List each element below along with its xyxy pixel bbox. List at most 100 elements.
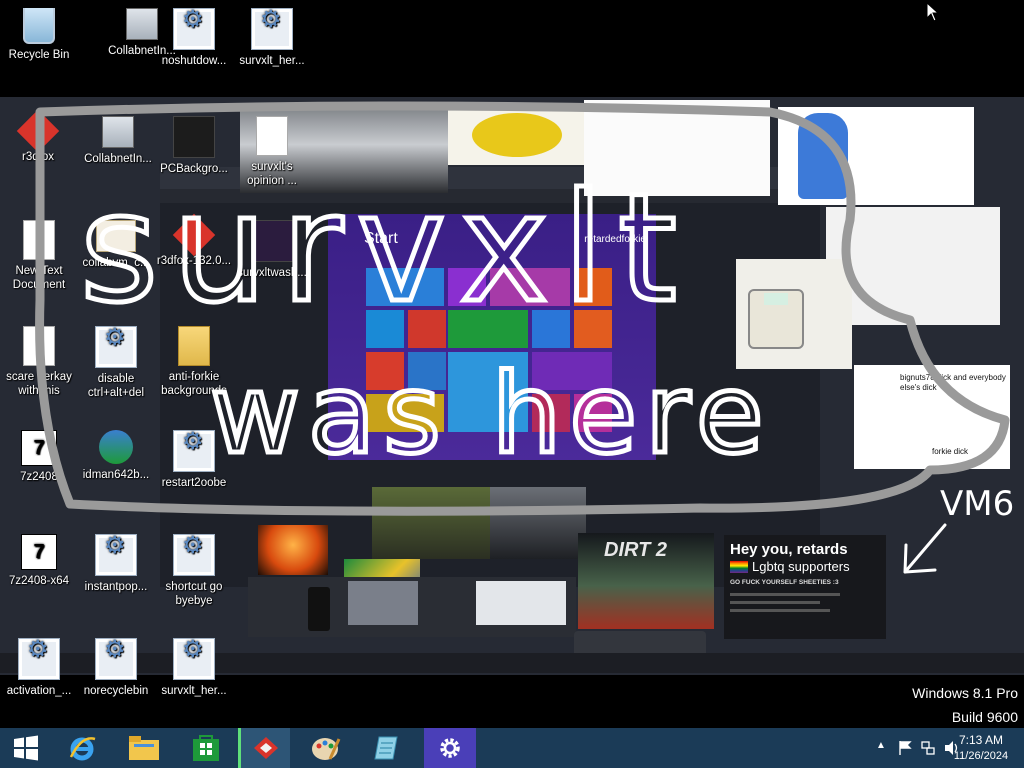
desktop-icon-survxltwash[interactable]: survxltwash... [234,220,310,280]
tray-overflow-icon[interactable]: ▲ [876,740,886,751]
wallpaper-blue-cat-drawing [778,107,974,205]
icon-label: survxlt_her... [239,55,305,67]
desktop-icon-r3dfox-installer[interactable]: r3dfox-132.0... [156,213,232,268]
desktop-icon-instantpop[interactable]: instantpop... [78,534,154,594]
desktop-icon-r3dfox[interactable]: r3dfox [0,109,76,164]
desktop-icon-survxlt-her-2[interactable]: survxlt_her... [156,638,232,698]
tile-photos [366,352,404,390]
start-screen-title: Start [364,230,398,247]
batch-file-icon [95,534,137,576]
taskbar-internet-explorer[interactable] [56,728,108,768]
desktop-icon-idman[interactable]: idman642b... [78,430,154,482]
desktop-icon-collabnet-2[interactable]: CollabnetIn... [80,116,156,166]
desktop-icon-disable-ctrl-alt-del[interactable]: disable ctrl+alt+del [78,326,154,400]
tile-onedrive [408,352,446,390]
start-screen-user: retardedforkie [584,234,646,245]
tile-mail [366,268,444,306]
7zip-icon: 7 [21,534,57,570]
image-file-icon [251,8,293,50]
icon-label: CollabnetIn... [84,153,152,165]
idm-installer-icon [99,430,133,464]
tile-music [574,268,612,306]
certificate-icon [96,220,136,252]
wallpaper-jeep-photo [372,487,492,559]
wallpaper-comment-image: bignuts78 dick and everybody else's dick… [854,365,1010,469]
tile-weather [448,352,528,432]
desktop-icon-survxlt-opinion[interactable]: survxlt's opinion ... [234,116,310,188]
taskbar-settings[interactable] [424,728,476,768]
tile-maps [574,394,612,432]
taskbar-file-explorer[interactable] [118,728,170,768]
wallpaper-cartoon-characters [584,100,770,196]
icon-label: activation_... [6,685,72,697]
tile-help [574,310,612,348]
desktop-icon-noshutdown[interactable]: noshutdow... [156,8,232,68]
text-document-icon [23,220,55,260]
taskbar-notepad[interactable] [362,728,414,768]
wallpaper-dirt2-image: DIRT 2 [578,533,714,629]
desktop: bignuts78 dick and everybody else's dick… [0,0,1024,728]
r3dfox-installer-icon [172,213,216,257]
icon-label: survxlt_her... [161,685,227,697]
registry-file-icon [95,326,137,368]
tile-finance [448,310,528,348]
icon-label: shortcut go byebye [165,581,223,607]
wallpaper-start-screen: Start retardedforkie [328,214,656,460]
icon-label: 7z2408 [20,471,58,483]
desktop-icon-survxlt-her-1[interactable]: survxlt_her... [234,8,310,68]
windows-build-watermark: Build 9600 [951,709,1018,725]
icon-label: r3dfox-132.0... [156,255,232,267]
desktop-icon-activation[interactable]: activation_... [1,638,77,698]
desktop-icon-anti-forkie[interactable]: anti-forkie backgrounds [156,326,232,398]
config-file-icon [173,8,215,50]
tile-travel [532,394,570,432]
icon-label: idman642b... [82,469,150,481]
desktop-icon-7z2408-x64[interactable]: 7 7z2408-x64 [1,534,77,588]
desktop-icon-scare-berkay[interactable]: scare berkay with this [1,326,77,398]
internet-explorer-icon [69,737,96,761]
flag-icon[interactable] [898,740,912,756]
image-thumbnail-icon [251,220,293,262]
batch-file-icon [173,430,215,472]
desktop-icon-new-text-document[interactable]: New Text Document [1,220,77,292]
taskbar-paint[interactable] [300,728,352,768]
batch-file-icon [18,638,60,680]
windows-logo-icon [14,735,38,761]
taskbar-store[interactable] [180,728,232,768]
desktop-icon-norecyclebin[interactable]: norecyclebin [78,638,154,698]
icon-label: disable ctrl+alt+del [87,373,145,399]
icon-label: PCBackgro... [160,163,228,175]
tile-ie [532,310,570,348]
desktop-icon-pcbackground[interactable]: PCBackgro... [156,116,232,176]
image-file-icon [173,638,215,680]
desktop-icon-collabvm-cert[interactable]: collabvm_c... [78,220,154,270]
r3dfox-icon [16,109,60,153]
icon-label: Recycle Bin [8,49,70,61]
taskbar: ▲ 7:13 AM 11/26/2024 [0,728,1024,768]
desktop-icon-shortcut-go-byebye[interactable]: shortcut go byebye [156,534,232,608]
windows-edition-watermark: Windows 8.1 Pro [912,685,1018,701]
icon-label: collabvm_c... [82,257,150,269]
tweet-subtitle: Lgbtq supporters [752,559,850,574]
image-thumbnail-icon [173,116,215,158]
desktop-icon-7z2408[interactable]: 7 7z2408 [1,430,77,484]
start-button[interactable] [0,728,52,768]
dirt2-title: DIRT 2 [604,539,667,561]
icon-label: New Text Document [12,265,66,291]
computer-icon [126,8,158,40]
recycle-bin-icon [23,8,55,44]
wallpaper-vehicle-photo [490,487,586,559]
comment-head: bignuts78 dick and everybody else's dick [900,373,1006,392]
taskbar-r3dfox[interactable] [238,728,290,768]
text-document-icon [23,326,55,366]
wallpaper-yellow-blob [448,105,584,165]
icon-label: instantpop... [84,581,148,593]
clock[interactable]: 7:13 AM 11/26/2024 [946,732,1016,764]
tile-sport [532,352,612,390]
registry-file-icon [173,534,215,576]
network-icon[interactable] [920,740,936,756]
desktop-icon-restart2oobe[interactable]: restart2oobe [156,430,232,490]
tile-people [408,310,446,348]
tile-food [366,394,444,432]
desktop-icon-recycle-bin[interactable]: Recycle Bin [1,8,77,62]
